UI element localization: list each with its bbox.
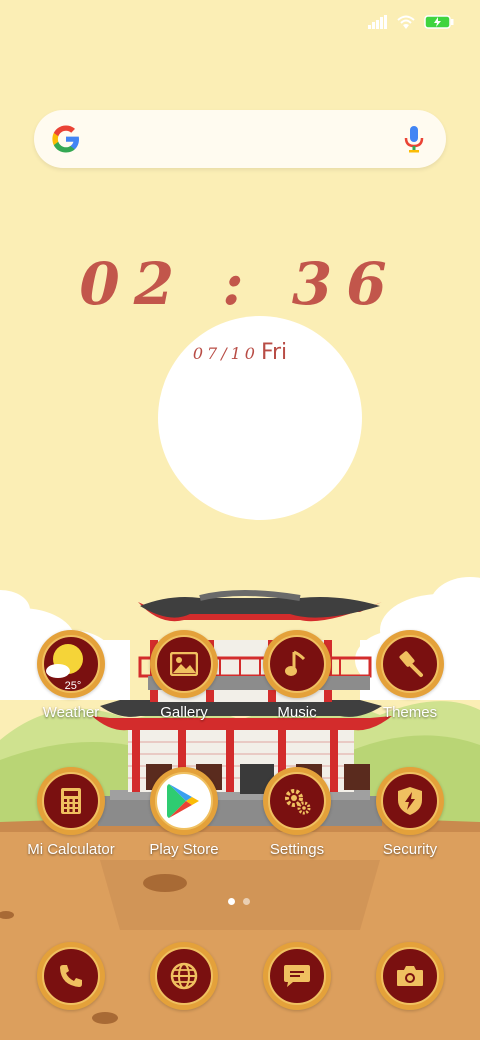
dock-messages[interactable] <box>241 942 353 1014</box>
themes-icon <box>376 630 444 698</box>
clock-time[interactable]: 02 : 36 <box>0 250 480 318</box>
app-mi-calculator[interactable]: Mi Calculator <box>15 767 127 887</box>
app-gallery[interactable]: Gallery <box>128 630 240 750</box>
dock-camera[interactable] <box>354 942 466 1014</box>
music-icon <box>263 630 331 698</box>
security-icon <box>376 767 444 835</box>
page-dot-1[interactable] <box>228 898 235 905</box>
date-text: 07/10 <box>192 344 259 363</box>
weather-temp: 25° <box>64 680 82 692</box>
page-dot-2[interactable] <box>243 898 250 905</box>
phone-icon <box>37 942 105 1010</box>
app-music[interactable]: Music <box>241 630 353 750</box>
app-label-security: Security <box>382 841 438 858</box>
app-security[interactable]: Security <box>354 767 466 887</box>
dock-browser[interactable] <box>128 942 240 1014</box>
app-themes[interactable]: Themes <box>354 630 466 750</box>
app-settings[interactable]: Settings <box>241 767 353 887</box>
browser-icon <box>150 942 218 1010</box>
settings-icon <box>263 767 331 835</box>
messages-icon <box>263 942 331 1010</box>
camera-icon <box>376 942 444 1010</box>
play-store-icon <box>150 767 218 835</box>
weather-icon: 25° <box>37 630 105 698</box>
google-search-bar[interactable] <box>34 110 446 168</box>
app-weather[interactable]: 25° Weather <box>15 630 127 750</box>
signal-icon <box>368 15 387 29</box>
google-logo <box>52 125 79 153</box>
wifi-icon <box>397 15 415 29</box>
gallery-icon <box>150 630 218 698</box>
battery-charging-icon <box>424 15 454 29</box>
page-indicator <box>228 898 250 905</box>
app-label-themes: Themes <box>382 704 438 721</box>
day-text: Fri <box>260 340 288 365</box>
clock-date[interactable]: 07/10Fri <box>0 340 480 365</box>
app-play-store[interactable]: Play Store <box>128 767 240 887</box>
status-bar <box>368 10 454 34</box>
dock-phone[interactable] <box>15 942 127 1014</box>
mic-icon[interactable] <box>402 124 426 154</box>
calculator-icon <box>37 767 105 835</box>
